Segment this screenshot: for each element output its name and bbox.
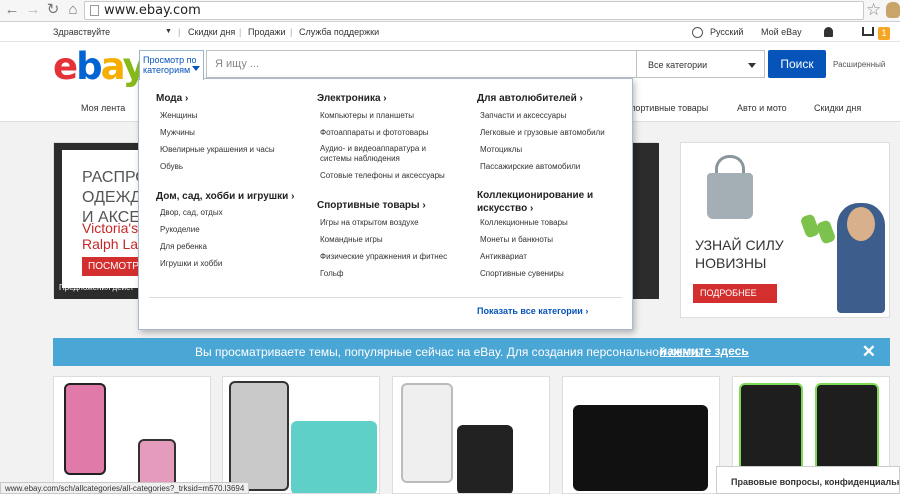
- hero-caption: Предложения дейст: [59, 283, 134, 292]
- product-image: [229, 381, 289, 491]
- search-placeholder: Я ищу ...: [215, 58, 260, 70]
- product-image: [573, 405, 708, 491]
- menu-group-title[interactable]: Дом, сад, хобби и игрушки ›: [156, 190, 306, 203]
- advanced-search-link[interactable]: Расширенный: [833, 60, 885, 69]
- product-card[interactable]: [53, 376, 211, 494]
- home-icon[interactable]: ⌂: [64, 1, 82, 19]
- category-select[interactable]: Все категории: [637, 50, 765, 78]
- tab-my-feed[interactable]: Моя лента: [81, 103, 125, 113]
- product-image: [401, 383, 453, 483]
- menu-group-title[interactable]: Коллекционирование и искусство ›: [477, 189, 617, 215]
- tab-sports[interactable]: Спортивные товары: [624, 103, 708, 113]
- tab-daily-deals[interactable]: Скидки дня: [814, 103, 861, 113]
- close-icon[interactable]: ✕: [862, 342, 876, 362]
- menu-group-title[interactable]: Для автолюбителей ›: [477, 92, 583, 105]
- menu-item[interactable]: Женщины: [160, 111, 197, 121]
- search-input[interactable]: Я ищу ...: [206, 50, 637, 78]
- feed-notice-text: Вы просматриваете темы, популярные сейча…: [195, 345, 704, 359]
- extension-icon[interactable]: [886, 2, 900, 18]
- product-card[interactable]: [562, 376, 720, 494]
- caret-down-icon: [192, 66, 200, 71]
- page-icon: [90, 5, 99, 16]
- shoe-image: [815, 219, 837, 245]
- product-image: [64, 383, 106, 475]
- promo-headline: УЗНАЙ СИЛУ: [695, 237, 784, 253]
- globe-icon: [692, 27, 703, 38]
- divider: |: [178, 27, 181, 37]
- menu-item[interactable]: Пассажирские автомобили: [480, 162, 580, 172]
- selling-link[interactable]: Продажи: [248, 27, 286, 37]
- menu-item[interactable]: Командные игры: [320, 235, 383, 245]
- menu-group-title[interactable]: Спортивные товары ›: [317, 199, 426, 212]
- menu-item[interactable]: Спортивные сувениры: [480, 269, 564, 279]
- bookmark-star-icon[interactable]: ☆: [866, 0, 881, 20]
- cart-icon[interactable]: [862, 27, 874, 36]
- product-image: [457, 425, 513, 493]
- menu-item[interactable]: Мужчины: [160, 128, 195, 138]
- browse-categories-button[interactable]: Просмотр по категориям: [139, 50, 204, 80]
- menu-item[interactable]: Антиквариат: [480, 252, 527, 262]
- menu-item[interactable]: Монеты и банкноты: [480, 235, 553, 245]
- language-selector[interactable]: Русский: [710, 27, 743, 37]
- url-text[interactable]: www.ebay.com: [104, 3, 201, 18]
- daily-deals-link[interactable]: Скидки дня: [188, 27, 235, 37]
- menu-item[interactable]: Запчасти и аксессуары: [480, 111, 566, 121]
- menu-item[interactable]: Компьютеры и планшеты: [320, 111, 414, 121]
- feed-notice: Вы просматриваете темы, популярные сейча…: [53, 338, 890, 366]
- promo-subheadline: НОВИЗНЫ: [695, 255, 767, 271]
- product-image: [291, 421, 377, 493]
- cart-count-badge[interactable]: 1: [878, 27, 890, 40]
- feed-notice-link[interactable]: нажмите здесь: [660, 344, 749, 358]
- chevron-down-icon[interactable]: ▼: [165, 28, 172, 35]
- menu-item[interactable]: Фотоаппараты и фототовары: [320, 128, 429, 138]
- browser-toolbar: ← → ↻ ⌂ www.ebay.com ☆: [0, 0, 900, 22]
- ebay-logo[interactable]: ebay: [53, 45, 147, 88]
- menu-group-title[interactable]: Мода ›: [156, 92, 188, 105]
- search-button[interactable]: Поиск: [768, 50, 826, 78]
- handbag-image: [707, 173, 753, 219]
- greeting-link[interactable]: Здравствуйте: [53, 27, 110, 37]
- my-ebay-link[interactable]: Мой eBay: [761, 27, 802, 37]
- menu-item[interactable]: Мотоциклы: [480, 145, 522, 155]
- menu-item[interactable]: Аудио- и видеоаппаратура и системы наблю…: [320, 144, 450, 164]
- browse-categories-label: Просмотр по категориям: [143, 55, 197, 75]
- divider: [149, 297, 622, 298]
- menu-item[interactable]: Легковые и грузовые автомобили: [480, 128, 605, 138]
- categories-dropdown: Мода › Женщины Мужчины Ювелирные украшен…: [138, 78, 633, 330]
- promo-more-button[interactable]: ПОДРОБНЕЕ: [693, 284, 777, 303]
- menu-item[interactable]: Гольф: [320, 269, 344, 279]
- back-icon[interactable]: ←: [3, 1, 21, 19]
- product-card[interactable]: [222, 376, 380, 494]
- address-bar[interactable]: www.ebay.com: [84, 1, 864, 20]
- forward-icon[interactable]: →: [24, 1, 42, 19]
- browser-status-url: www.ebay.com/sch/allcategories/all-categ…: [0, 482, 250, 494]
- utility-bar: Здравствуйте ▼ | Скидки дня | Продажи | …: [0, 22, 900, 42]
- privacy-feedback-tab[interactable]: Правовые вопросы, конфиденциальность: [716, 466, 900, 494]
- category-select-value: Все категории: [648, 60, 708, 70]
- divider: |: [239, 27, 242, 37]
- menu-item[interactable]: Игрушки и хобби: [160, 259, 222, 269]
- divider: |: [290, 27, 293, 37]
- model-face: [847, 207, 875, 241]
- menu-item[interactable]: Игры на открытом воздухе: [320, 218, 419, 228]
- reload-icon[interactable]: ↻: [44, 1, 62, 19]
- help-link[interactable]: Служба поддержки: [299, 27, 379, 37]
- menu-item[interactable]: Двор, сад, отдых: [160, 208, 223, 218]
- menu-item[interactable]: Для ребенка: [160, 242, 207, 252]
- menu-item[interactable]: Физические упражнения и фитнес: [320, 252, 447, 262]
- menu-item[interactable]: Рукоделие: [160, 225, 200, 235]
- product-card[interactable]: [392, 376, 550, 494]
- menu-item[interactable]: Сотовые телефоны и аксессуары: [320, 171, 445, 181]
- show-all-categories-link[interactable]: Показать все категории ›: [477, 306, 588, 316]
- menu-item[interactable]: Обувь: [160, 162, 183, 172]
- menu-item[interactable]: Коллекционные товары: [480, 218, 568, 228]
- notification-bell-icon[interactable]: [824, 27, 833, 37]
- menu-group-title[interactable]: Электроника ›: [317, 92, 387, 105]
- promo-banner[interactable]: УЗНАЙ СИЛУ НОВИЗНЫ ПОДРОБНЕЕ: [680, 142, 890, 318]
- menu-item[interactable]: Ювелирные украшения и часы: [160, 145, 275, 155]
- tab-auto-moto[interactable]: Авто и мото: [737, 103, 787, 113]
- chevron-down-icon: [748, 63, 756, 68]
